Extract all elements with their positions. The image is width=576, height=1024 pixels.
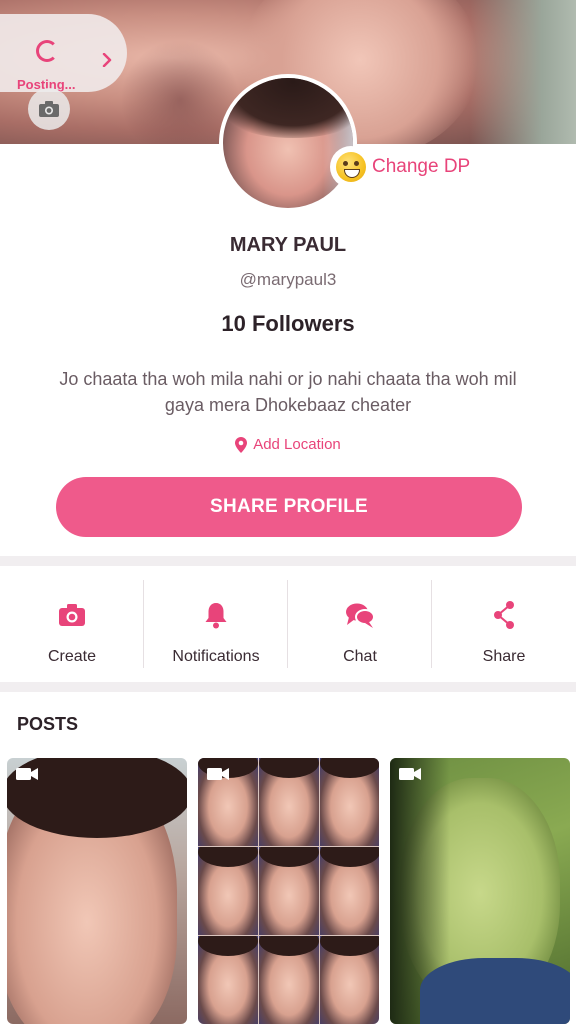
profile-name: MARY PAUL (229, 234, 347, 256)
post-image-shirt (420, 958, 570, 1024)
collage-tile (320, 936, 379, 1024)
section-divider (0, 556, 576, 566)
share-profile-button[interactable]: SHARE PROFILE (56, 477, 522, 537)
post-thumbnail[interactable] (390, 758, 570, 1024)
avatar-hair (223, 78, 353, 138)
notifications-label: Notifications (172, 648, 260, 665)
collage-tile (320, 847, 379, 935)
create-label: Create (47, 648, 97, 665)
notifications-button[interactable]: Notifications (144, 570, 288, 678)
chat-button[interactable]: Chat (288, 570, 432, 678)
cover-image-edge (470, 0, 576, 144)
post-thumbnail[interactable] (7, 758, 187, 1024)
collage-tile (320, 758, 379, 846)
section-divider (0, 682, 576, 692)
add-location-label: Add Location (253, 436, 341, 453)
change-dp-label: Change DP (372, 156, 471, 177)
chat-bubbles-icon (346, 603, 375, 628)
collage-tile (198, 847, 258, 935)
camera-icon (59, 604, 85, 626)
video-icon (399, 768, 421, 780)
profile-bio: Jo chaata tha woh mila nahi or jo nahi c… (59, 369, 517, 415)
collage-tile (259, 847, 319, 935)
share-label: Share (482, 648, 526, 665)
change-cover-button[interactable] (28, 88, 70, 130)
add-location-link[interactable]: Add Location (0, 436, 576, 453)
bell-icon (205, 603, 227, 629)
profile-actions-bar: Create Notifications Chat Share (0, 570, 576, 678)
followers-count[interactable]: 10 Followers (0, 311, 576, 337)
posting-status-pill[interactable]: Posting... (0, 14, 127, 92)
change-dp-button[interactable]: Change DP (330, 146, 470, 188)
share-button[interactable]: Share (432, 570, 576, 678)
profile-avatar[interactable] (219, 74, 357, 212)
chat-label: Chat (343, 648, 377, 665)
posts-section-title: POSTS (17, 714, 79, 734)
video-icon (16, 768, 38, 780)
loading-spinner-icon (36, 40, 58, 62)
collage-tile (198, 936, 258, 1024)
post-thumbnail[interactable] (198, 758, 379, 1024)
collage-tile (259, 758, 319, 846)
grin-emoji-icon (330, 146, 372, 188)
share-icon (494, 601, 514, 629)
create-button[interactable]: Create (0, 570, 144, 678)
collage-tile (259, 936, 319, 1024)
video-icon (207, 768, 229, 780)
location-pin-icon (235, 436, 248, 453)
profile-handle: @marypaul3 (239, 270, 337, 289)
chevron-right-icon (102, 53, 112, 67)
camera-icon (39, 101, 59, 117)
